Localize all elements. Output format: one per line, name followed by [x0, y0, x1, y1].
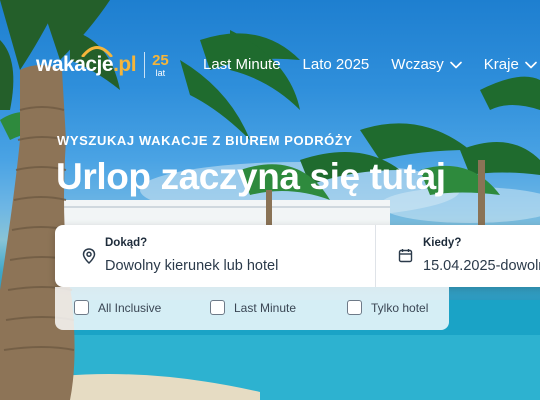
brand-logo[interactable]: wakacje.pl 25 lat [36, 46, 169, 78]
filter-label: Last Minute [234, 300, 297, 315]
filter-last-minute[interactable]: Last Minute [210, 300, 296, 315]
search-form: Dokąd? Dowolny kierunek lub hotel Kiedy?… [55, 225, 540, 287]
logo-sun-arc-icon [81, 46, 113, 57]
nav-item-label: Kraje [483, 56, 519, 73]
destination-value: Dowolny kierunek lub hotel [105, 258, 279, 274]
date-field[interactable]: Kiedy? 15.04.2025-dowolna [375, 225, 540, 287]
nav-item-lato-2025[interactable]: Lato 2025 [303, 56, 370, 73]
destination-label: Dokąd? [105, 237, 148, 249]
checkbox[interactable] [74, 300, 89, 315]
filter-all-inclusive[interactable]: All Inclusive [74, 300, 161, 315]
calendar-icon [398, 249, 413, 263]
nav-item-wczasy[interactable]: Wczasy [391, 56, 462, 73]
date-label: Kiedy? [423, 237, 462, 249]
filter-label: Tylko hotel [371, 300, 429, 315]
logo-divider [144, 52, 146, 78]
nav-item-label: Lato 2025 [302, 56, 370, 73]
logo-suffix: .pl [113, 53, 137, 76]
hero-eyebrow: WYSZUKAJ WAKACJE Z BIUREM PODRÓŻY [57, 133, 353, 148]
main-nav: Last Minute Lato 2025 Wczasy Kraje [203, 56, 537, 73]
chevron-down-icon [449, 61, 462, 68]
filter-label: All Inclusive [98, 300, 162, 315]
nav-item-kraje[interactable]: Kraje [484, 56, 537, 73]
checkbox[interactable] [210, 300, 225, 315]
checkbox[interactable] [347, 300, 362, 315]
nav-item-label: Wczasy [391, 56, 444, 73]
map-pin-icon [82, 248, 96, 264]
anniversary-number: 25 [152, 51, 169, 69]
filter-tylko-hotel[interactable]: Tylko hotel [347, 300, 428, 315]
chevron-down-icon [525, 61, 537, 68]
anniversary-word: lat [155, 67, 166, 78]
destination-field[interactable]: Dokąd? Dowolny kierunek lub hotel [55, 225, 375, 287]
anniversary-badge: 25 lat [152, 53, 169, 78]
page-title: Urlop zaczyna się tutaj [56, 156, 446, 197]
search-filters: All Inclusive Last Minute Tylko hotel [55, 287, 449, 330]
date-value: 15.04.2025-dowolna [423, 258, 540, 274]
nav-item-label: Last Minute [203, 56, 281, 73]
nav-item-last-minute[interactable]: Last Minute [203, 56, 281, 73]
